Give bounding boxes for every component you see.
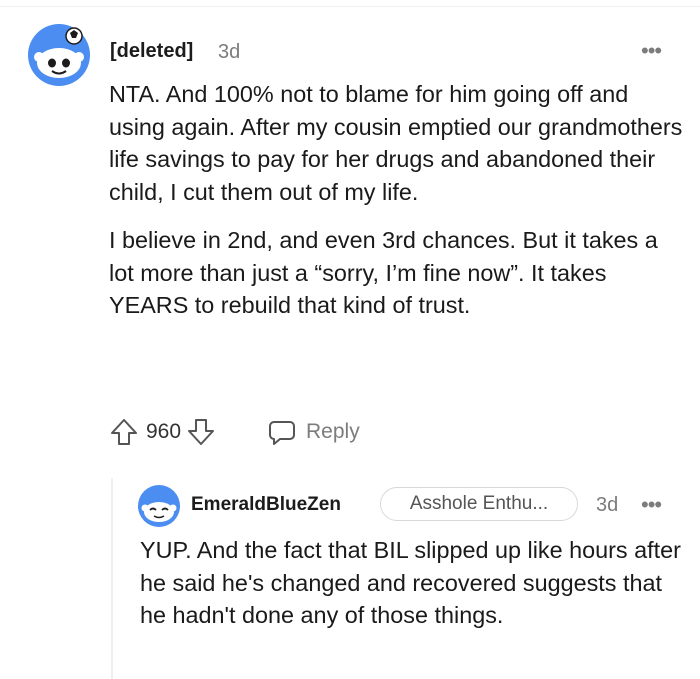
reply-paragraph: YUP. And the fact that BIL slipped up li… [140, 537, 681, 628]
top-divider [0, 6, 700, 7]
reply-button[interactable]: Reply [266, 414, 360, 450]
upvote-arrow-icon[interactable] [108, 416, 140, 448]
vote-controls: 960 [108, 414, 217, 450]
more-options-icon[interactable]: ••• [641, 40, 662, 62]
avatar[interactable] [28, 24, 90, 86]
reply-body: YUP. And the fact that BIL slipped up li… [140, 534, 685, 632]
vote-score: 960 [146, 420, 182, 443]
comment-author[interactable]: [deleted] [110, 40, 193, 63]
reply-author[interactable]: EmeraldBlueZen [191, 494, 341, 516]
snoo-avatar-icon [28, 24, 90, 86]
comment-paragraph: I believe in 2nd, and even 3rd chances. … [109, 227, 658, 318]
more-options-icon[interactable]: ••• [641, 494, 662, 516]
reply-label: Reply [306, 420, 360, 443]
snoo-avatar-icon [138, 485, 180, 527]
comment-paragraph: NTA. And 100% not to blame for him going… [109, 81, 683, 205]
reply-avatar[interactable] [138, 485, 180, 527]
comment-body: NTA. And 100% not to blame for him going… [109, 78, 684, 338]
comment-age: 3d [218, 41, 241, 63]
user-flair-badge: Asshole Enthu... [380, 487, 578, 521]
speech-bubble-icon [266, 416, 298, 448]
reply-age: 3d [596, 494, 619, 516]
thread-line[interactable] [111, 478, 113, 679]
downvote-arrow-icon[interactable] [185, 416, 217, 448]
